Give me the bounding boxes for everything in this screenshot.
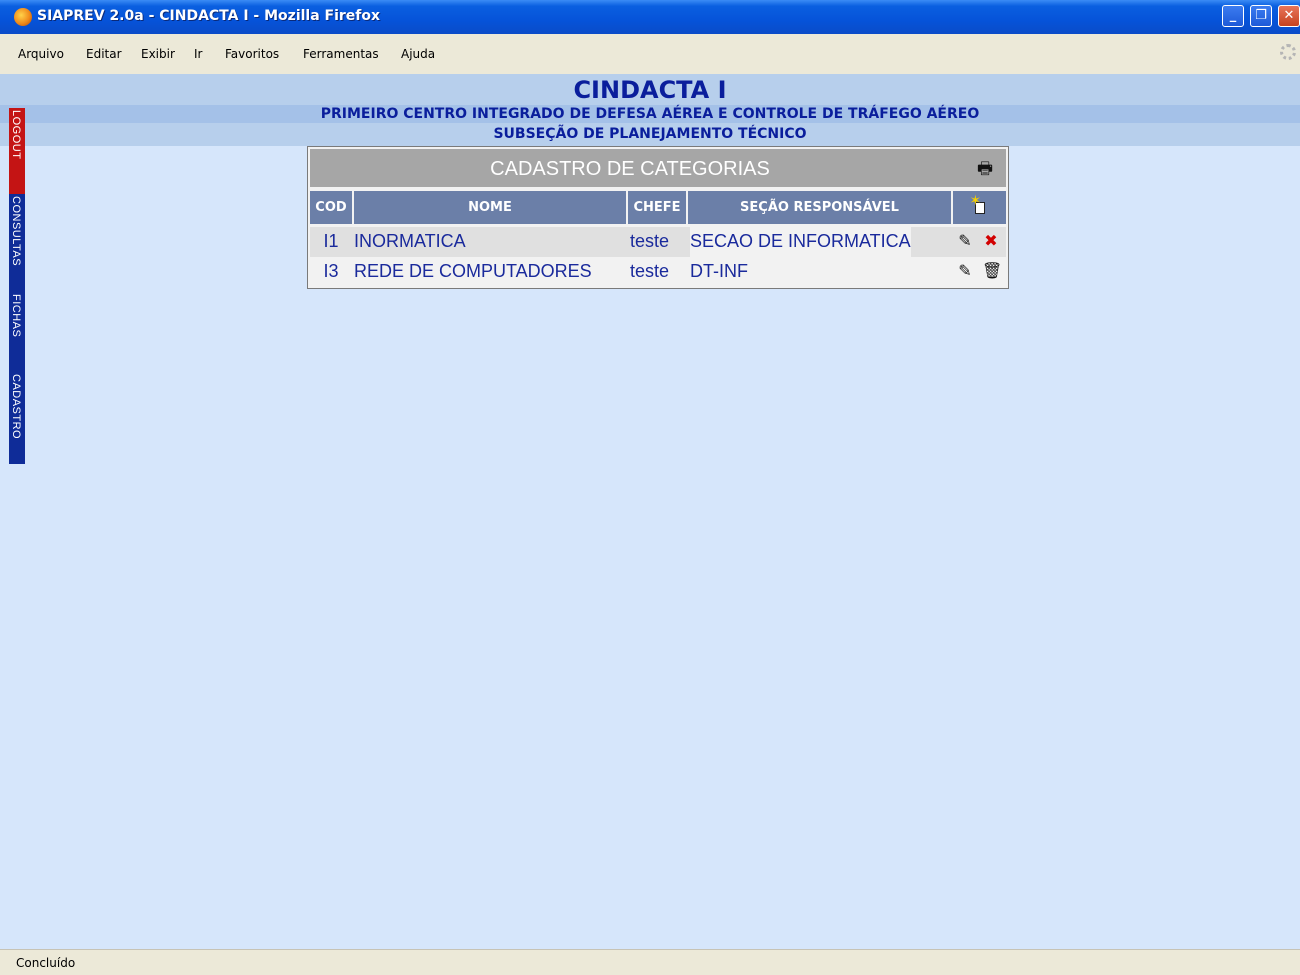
tab-logout-label: LOGOUT bbox=[10, 110, 22, 160]
trash-icon[interactable]: 🗑 bbox=[982, 262, 1002, 282]
table-row: I3 REDE DE COMPUTADORES teste DT-INF ✎ 🗑 bbox=[310, 257, 1006, 287]
maximize-button[interactable]: ❐ bbox=[1250, 5, 1272, 27]
panel-title-bar: CADASTRO DE CATEGORIAS 🖶 bbox=[310, 149, 1006, 187]
menu-ajuda[interactable]: Ajuda bbox=[401, 47, 435, 61]
cell-cod: I1 bbox=[323, 231, 339, 251]
cell-chefe: teste bbox=[630, 231, 670, 251]
tab-cadastro[interactable]: CADASTRO bbox=[9, 372, 25, 464]
cell-cod: I3 bbox=[323, 261, 339, 281]
minimize-button[interactable]: _ bbox=[1222, 5, 1244, 27]
page-subtitle: PRIMEIRO CENTRO INTEGRADO DE DEFESA AÉRE… bbox=[320, 106, 980, 122]
status-text: Concluído bbox=[16, 956, 76, 970]
tab-consultas-label: CONSULTAS bbox=[10, 196, 22, 267]
tab-fichas-label: FICHAS bbox=[10, 294, 22, 338]
cell-nome[interactable]: INORMATICA bbox=[354, 227, 466, 257]
tab-fichas[interactable]: FICHAS bbox=[9, 292, 25, 372]
window-title-bar: SIAPREV 2.0a - CINDACTA I - Mozilla Fire… bbox=[0, 0, 1300, 34]
tab-cadastro-label: CADASTRO bbox=[10, 374, 22, 440]
menu-ir[interactable]: Ir bbox=[194, 47, 202, 61]
column-header-chefe: CHEFE bbox=[628, 191, 686, 224]
menu-editar[interactable]: Editar bbox=[86, 47, 122, 61]
firefox-icon bbox=[14, 8, 32, 26]
new-record-icon[interactable]: ✶ bbox=[970, 194, 988, 216]
edit-icon[interactable]: ✎ bbox=[956, 232, 974, 252]
page-title: CINDACTA I bbox=[573, 76, 727, 104]
loading-throbber-icon bbox=[1280, 44, 1296, 60]
table-row: I1 INORMATICA teste SECAO DE INFORMATICA… bbox=[310, 227, 1006, 257]
delete-disabled-icon[interactable]: ✖ bbox=[982, 232, 1000, 252]
tab-logout[interactable]: LOGOUT bbox=[9, 108, 25, 194]
cell-chefe: teste bbox=[630, 261, 670, 281]
column-header-nome: NOME bbox=[354, 191, 626, 224]
menu-favoritos[interactable]: Favoritos bbox=[225, 47, 279, 61]
page-header: CINDACTA I PRIMEIRO CENTRO INTEGRADO DE … bbox=[0, 74, 1300, 146]
cell-secao: DT-INF bbox=[690, 261, 748, 281]
window-title: SIAPREV 2.0a - CINDACTA I - Mozilla Fire… bbox=[37, 8, 381, 24]
column-header-secao: SEÇÃO RESPONSÁVEL bbox=[688, 191, 951, 224]
menu-bar: Arquivo Editar Exibir Ir Favoritos Ferra… bbox=[0, 34, 1300, 75]
column-header-cod: COD bbox=[310, 191, 352, 224]
edit-icon[interactable]: ✎ bbox=[956, 262, 974, 282]
status-bar: Concluído bbox=[0, 949, 1300, 975]
print-icon[interactable]: 🖶 bbox=[974, 159, 996, 179]
close-button[interactable]: ✕ bbox=[1278, 5, 1300, 27]
cell-secao: SECAO DE INFORMATICA bbox=[690, 227, 911, 257]
categories-panel: CADASTRO DE CATEGORIAS 🖶 COD NOME CHEFE … bbox=[307, 146, 1009, 289]
panel-title: CADASTRO DE CATEGORIAS bbox=[490, 158, 770, 180]
column-header-actions: ✶ bbox=[953, 191, 1006, 224]
menu-ferramentas[interactable]: Ferramentas bbox=[303, 47, 379, 61]
menu-arquivo[interactable]: Arquivo bbox=[18, 47, 64, 61]
tab-consultas[interactable]: CONSULTAS bbox=[9, 194, 25, 292]
menu-exibir[interactable]: Exibir bbox=[141, 47, 175, 61]
page-subsection: SUBSEÇÃO DE PLANEJAMENTO TÉCNICO bbox=[493, 126, 807, 142]
cell-nome[interactable]: REDE DE COMPUTADORES bbox=[354, 257, 592, 287]
